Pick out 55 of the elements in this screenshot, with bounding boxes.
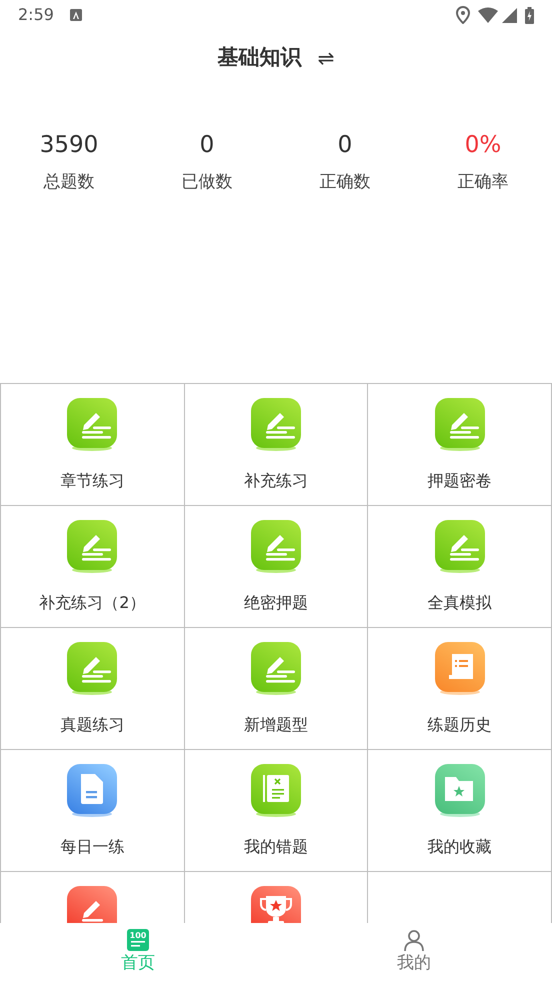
tile-label: 章节练习 [60, 470, 124, 492]
tile-label: 真题练习 [60, 714, 124, 736]
grid-tile[interactable]: 真题练习 [1, 628, 185, 750]
grid-tile[interactable]: 绝密押题 [184, 506, 368, 628]
stat-value: 0 [338, 131, 352, 160]
pencil-icon [434, 520, 485, 574]
pencil-icon [434, 398, 485, 452]
grid-tile[interactable]: 补充练习（2） [1, 506, 185, 628]
grid-tile[interactable]: 我的错题 [184, 750, 368, 872]
stat-label: 正确率 [458, 171, 508, 194]
grid-tile[interactable]: 每日一练 [1, 750, 185, 872]
nav-tab[interactable]: 我的 [276, 923, 552, 983]
battery-icon [525, 6, 534, 24]
stat-value: 0 [200, 131, 214, 160]
grid-tile[interactable]: 我的收藏 [368, 750, 552, 872]
pencil-icon [67, 520, 118, 574]
grid-tile[interactable]: 新增题型 [184, 628, 368, 750]
tile-label: 我的错题 [244, 836, 308, 858]
stat-label: 总题数 [44, 171, 94, 194]
home-icon: 100 [127, 929, 149, 951]
stat-value: 3590 [40, 131, 98, 160]
pencil-icon [250, 520, 301, 574]
pencil-icon [67, 642, 118, 696]
document-icon [67, 764, 118, 818]
tile-label: 绝密押题 [244, 592, 308, 614]
status-time: 2:59 [18, 4, 54, 26]
stat-value: 0% [464, 131, 502, 160]
tile-label: 新增题型 [244, 714, 308, 736]
tile-label: 全真模拟 [428, 592, 492, 614]
stat-label: 已做数 [182, 171, 232, 194]
tile-label: 每日一练 [60, 836, 124, 858]
tile-label: 押题密卷 [428, 470, 492, 492]
notification-icon [70, 9, 82, 21]
grid-tile[interactable]: 章节练习 [1, 384, 185, 506]
grid-tile[interactable]: 练题历史 [368, 628, 552, 750]
switch-button[interactable]: ⇌ [318, 43, 334, 73]
wifi-icon [478, 7, 498, 23]
location-icon [456, 6, 470, 24]
grid-tile[interactable]: 补充练习 [184, 384, 368, 506]
pencil-icon [67, 398, 118, 452]
tile-label: 我的收藏 [428, 836, 492, 858]
stat-label: 正确数 [320, 171, 370, 194]
tile-label: 练题历史 [428, 714, 492, 736]
grid-tile[interactable]: 全真模拟 [368, 506, 552, 628]
profile-icon [403, 929, 425, 951]
tile-label: 补充练习 [244, 470, 308, 492]
grid-tile[interactable]: 押题密卷 [368, 384, 552, 506]
pencil-icon [250, 398, 301, 452]
scroll-icon [434, 642, 485, 696]
notebook-icon [250, 764, 301, 818]
page-title: 基础知识 [218, 44, 302, 72]
folder-star-icon [434, 764, 485, 818]
tile-label: 补充练习（2） [39, 592, 146, 614]
signal-icon [502, 8, 517, 22]
pencil-icon [250, 642, 301, 696]
